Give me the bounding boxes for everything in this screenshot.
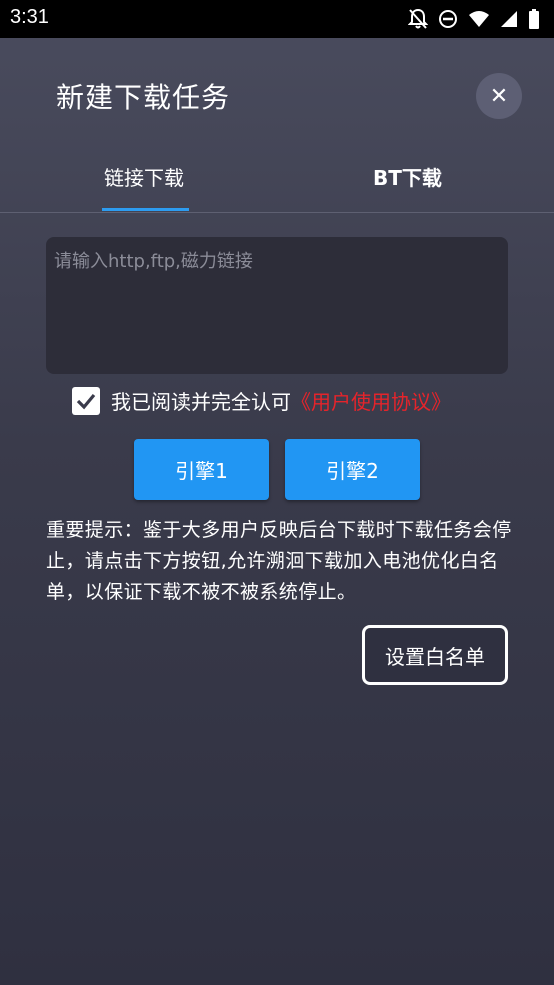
wifi-icon [469, 11, 489, 27]
engine-1-button[interactable]: 引擎1 [134, 439, 269, 500]
user-agreement-link[interactable]: 《用户使用协议》 [291, 386, 451, 415]
tab-link-download[interactable]: 链接下载 [104, 162, 184, 191]
check-icon [76, 393, 96, 409]
link-input[interactable] [46, 237, 508, 374]
agreement-checkbox[interactable] [72, 386, 100, 415]
important-notice: 重要提示：鉴于大多用户反映后台下载时下载任务会停止，请点击下方按钮,允许溯洄下载… [46, 519, 512, 603]
agreement-text: 我已阅读并完全认可 [111, 390, 291, 414]
status-icons [408, 8, 540, 30]
status-bar: 3:31 [0, 0, 554, 38]
tab-bt-download[interactable]: BT下载 [373, 162, 442, 191]
dialog-title: 新建下载任务 [56, 81, 231, 114]
agreement-row: 我已阅读并完全认可 《用户使用协议》 [72, 386, 451, 415]
status-time: 3:31 [10, 6, 49, 28]
tab-active-indicator [102, 208, 189, 211]
set-whitelist-button[interactable]: 设置白名单 [362, 625, 508, 685]
do-not-disturb-icon [439, 10, 457, 28]
tab-bar: 链接下载 BT下载 [0, 150, 554, 212]
battery-icon [529, 9, 539, 29]
cellular-signal-icon [501, 11, 517, 27]
tabs-divider [0, 212, 554, 213]
engine-2-button[interactable]: 引擎2 [285, 439, 420, 500]
close-icon: ✕ [489, 83, 509, 109]
notifications-off-icon [408, 8, 428, 29]
close-button[interactable]: ✕ [476, 73, 522, 119]
